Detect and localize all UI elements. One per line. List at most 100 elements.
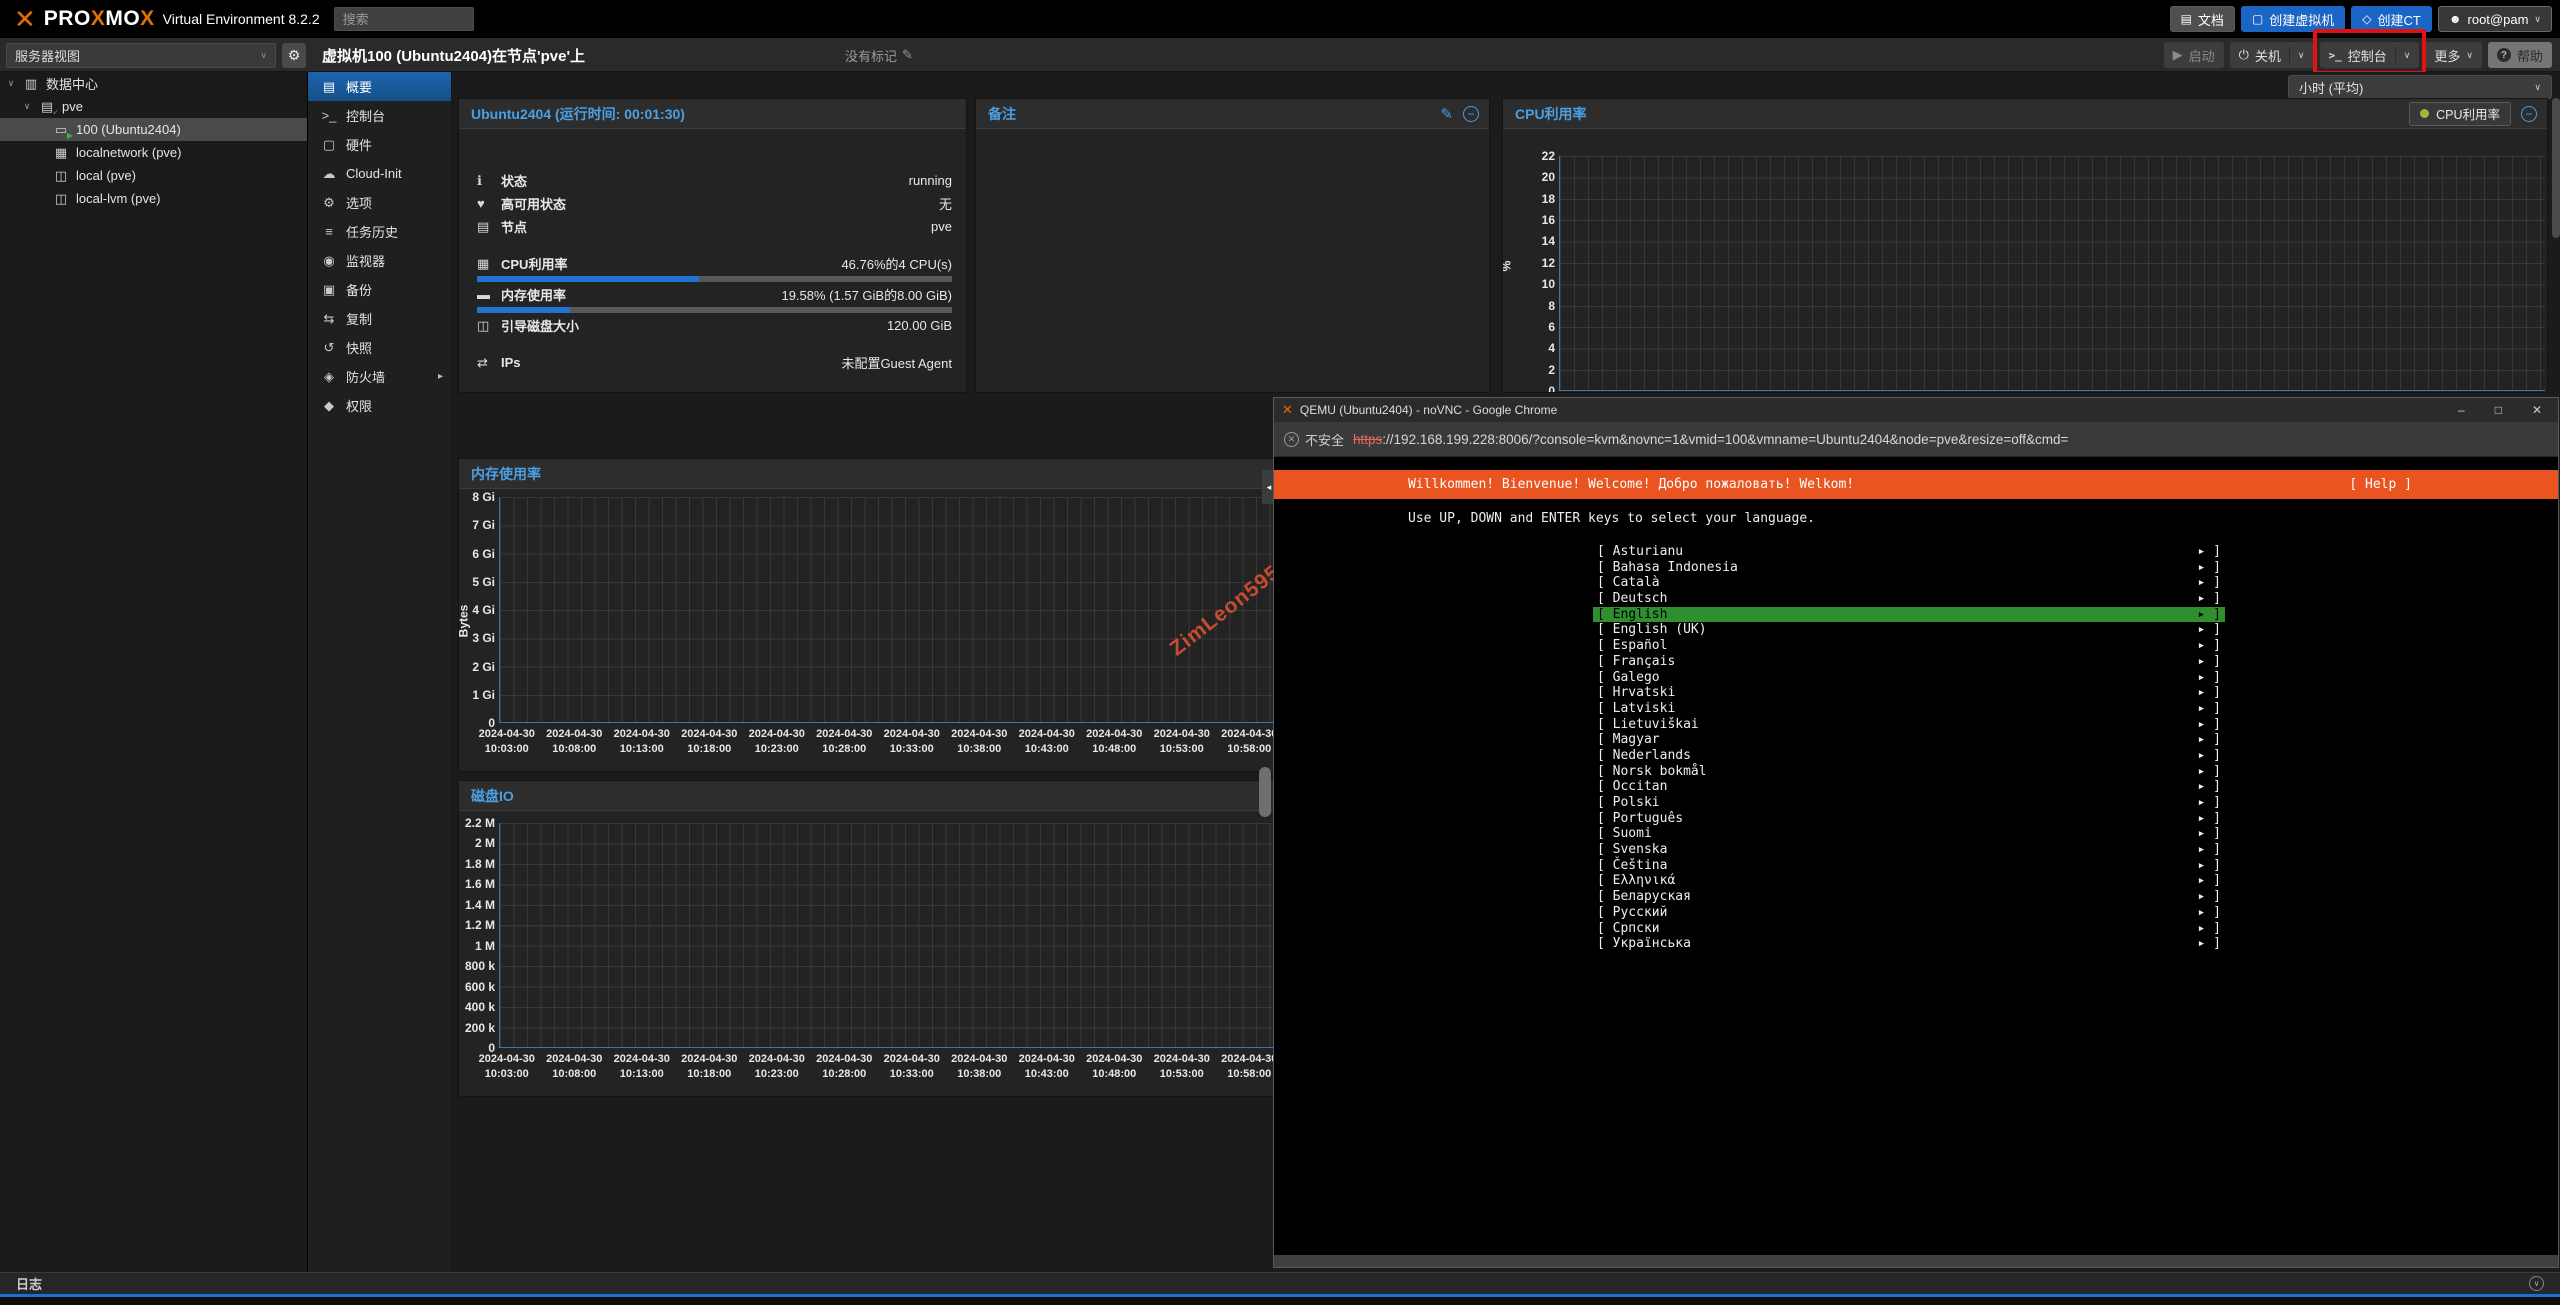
submenu-arrow-icon: ▸ ]	[2198, 544, 2221, 560]
cpu-legend-toggle[interactable]: CPU利用率	[2409, 102, 2511, 126]
language-option[interactable]: [ Português ▸ ]	[1593, 811, 2225, 827]
documentation-button[interactable]: ▤文档	[2170, 6, 2235, 32]
sidebar-settings-button[interactable]: ⚙	[282, 43, 306, 68]
language-option[interactable]: [ English (UK) ▸ ]	[1593, 622, 2225, 638]
right-scrollbar-thumb[interactable]	[2552, 98, 2560, 238]
log-panel-header[interactable]: 日志 ∨	[0, 1272, 2560, 1294]
language-option[interactable]: [ Català ▸ ]	[1593, 575, 2225, 591]
vm-menu-item[interactable]: ↺ 快照	[308, 333, 451, 362]
edit-notes-icon[interactable]: ✎	[1440, 105, 1453, 123]
installer-banner: Willkommen! Bienvenue! Welcome! Добро по…	[1274, 470, 2558, 499]
vm-menu-item[interactable]: ☁ Cloud-Init	[308, 159, 451, 188]
language-option[interactable]: [ Svenska ▸ ]	[1593, 842, 2225, 858]
vm-menu-item[interactable]: ◉ 监视器	[308, 246, 451, 275]
status-row: ♥ 高可用状态 无	[477, 192, 952, 215]
vm-menu-item[interactable]: ⚙ 选项	[308, 188, 451, 217]
bracket-open: [	[1597, 936, 1613, 951]
language-option[interactable]: [ Bahasa Indonesia ▸ ]	[1593, 560, 2225, 576]
status-row: ℹ 状态 running	[477, 169, 952, 192]
language-option[interactable]: [ Lietuviškai ▸ ]	[1593, 717, 2225, 733]
cube-icon: ◇	[2362, 12, 2371, 26]
language-option[interactable]: [ Русский ▸ ]	[1593, 905, 2225, 921]
language-option[interactable]: [ Suomi ▸ ]	[1593, 826, 2225, 842]
expand-log-icon[interactable]: ∨	[2529, 1276, 2544, 1291]
tree-item-localnetwork[interactable]: ▦ localnetwork (pve)	[0, 141, 307, 164]
vm-menu-item[interactable]: >_ 控制台	[308, 101, 451, 130]
x-tick: 2024-04-3010:28:00	[811, 1052, 879, 1082]
tree-item-node-pve[interactable]: ∨ ▤✓ pve	[0, 95, 307, 118]
language-option[interactable]: [ Hrvatski ▸ ]	[1593, 685, 2225, 701]
language-option[interactable]: [ Čeština ▸ ]	[1593, 858, 2225, 874]
minimize-button[interactable]: –	[2458, 403, 2465, 417]
search-input[interactable]	[334, 7, 474, 31]
create-ct-button[interactable]: ◇创建CT	[2351, 6, 2432, 32]
expand-arrow-icon: ▸	[438, 371, 443, 382]
splitter-highlight[interactable]	[0, 1294, 2560, 1297]
language-option[interactable]: [ Беларуская ▸ ]	[1593, 889, 2225, 905]
vm-menu-item[interactable]: ▤ 概要	[308, 72, 451, 101]
vm-menu-item[interactable]: ≡ 任务历史	[308, 217, 451, 246]
url-field[interactable]: https://192.168.199.228:8006/?console=kv…	[1353, 432, 2068, 447]
language-option[interactable]: [ Polski ▸ ]	[1593, 795, 2225, 811]
tree-item-vm-100[interactable]: ▭▶ 100 (Ubuntu2404)	[0, 118, 307, 141]
header-actions: ▤文档 ▢创建虚拟机 ◇创建CT ☻root@pam∨	[2170, 6, 2552, 32]
vm-menu-item[interactable]: ◈ 防火墙 ▸	[308, 362, 451, 391]
create-vm-button[interactable]: ▢创建虚拟机	[2241, 6, 2345, 32]
close-button[interactable]: ✕	[2532, 403, 2542, 417]
console-button[interactable]: >_控制台∨	[2320, 42, 2420, 68]
language-option[interactable]: [ Ελληνικά ▸ ]	[1593, 873, 2225, 889]
tree-item-local-lvm[interactable]: ◫ local-lvm (pve)	[0, 187, 307, 210]
y-tick: 200 k	[461, 1020, 495, 1036]
vm-menu-item[interactable]: ⇆ 复制	[308, 304, 451, 333]
x-tick: 2024-04-3010:53:00	[1148, 1052, 1216, 1082]
help-button[interactable]: ?帮助	[2488, 42, 2552, 68]
vm-menu-item[interactable]: ▣ 备份	[308, 275, 451, 304]
language-option[interactable]: [ English ▸ ]	[1593, 607, 2225, 623]
vnc-console[interactable]: Willkommen! Bienvenue! Welcome! Добро по…	[1274, 457, 2558, 1255]
language-name: Latviski	[1613, 701, 1676, 716]
vm-menu-item[interactable]: ◆ 权限	[308, 391, 451, 420]
language-name: Norsk bokmål	[1613, 764, 1707, 779]
language-name: English (UK)	[1613, 622, 1707, 637]
collapse-panel-icon[interactable]: −	[1463, 106, 1479, 122]
vm-menu-item-label: 备份	[346, 280, 372, 299]
status-row-value: 19.58% (1.57 GiB的8.00 GiB)	[781, 285, 952, 304]
language-option[interactable]: [ Galego ▸ ]	[1593, 670, 2225, 686]
language-option[interactable]: [ Nederlands ▸ ]	[1593, 748, 2225, 764]
bootdisk-icon: ◫	[477, 318, 501, 334]
language-option[interactable]: [ Occitan ▸ ]	[1593, 779, 2225, 795]
vm-menu-item[interactable]: ▢ 硬件	[308, 130, 451, 159]
language-option[interactable]: [ Magyar ▸ ]	[1593, 732, 2225, 748]
tree-item-local[interactable]: ◫ local (pve)	[0, 164, 307, 187]
language-option[interactable]: [ Norsk bokmål ▸ ]	[1593, 764, 2225, 780]
more-button[interactable]: 更多∨	[2425, 42, 2482, 68]
y-tick: 0	[1519, 383, 1555, 393]
language-option[interactable]: [ Asturianu ▸ ]	[1593, 544, 2225, 560]
vm-menu-item-label: 快照	[346, 338, 372, 357]
proxmox-app: ✕ PROXMOX Virtual Environment 8.2.2 ▤文档 …	[0, 0, 2560, 1305]
language-option[interactable]: [ Українська ▸ ]	[1593, 936, 2225, 952]
submenu-arrow-icon: ▸ ]	[2198, 670, 2221, 686]
language-option[interactable]: [ Српски ▸ ]	[1593, 921, 2225, 937]
language-option[interactable]: [ Español ▸ ]	[1593, 638, 2225, 654]
language-option[interactable]: [ Français ▸ ]	[1593, 654, 2225, 670]
console-icon: >_	[320, 108, 338, 123]
content-scrollbar-thumb[interactable]	[1259, 767, 1271, 817]
user-icon: ☻	[2449, 12, 2462, 26]
language-option[interactable]: [ Latviski ▸ ]	[1593, 701, 2225, 717]
start-button[interactable]: ▶启动	[2164, 42, 2224, 68]
security-badge[interactable]: ✕ 不安全	[1284, 430, 1344, 449]
memory-chart-title: 内存使用率	[471, 464, 541, 484]
tags-label[interactable]: 没有标记✎	[845, 38, 913, 72]
language-option[interactable]: [ Deutsch ▸ ]	[1593, 591, 2225, 607]
user-menu-button[interactable]: ☻root@pam∨	[2438, 6, 2552, 32]
view-select[interactable]: 服务器视图∨	[6, 43, 276, 68]
time-range-select[interactable]: 小时 (平均)∨	[2288, 75, 2552, 99]
shutdown-button[interactable]: ⏻关机∨	[2230, 42, 2314, 68]
submenu-arrow-icon: ▸ ]	[2198, 779, 2221, 795]
maximize-button[interactable]: □	[2495, 403, 2502, 417]
tree-item-datacenter[interactable]: ∨ ▥ 数据中心	[0, 72, 307, 95]
help-link[interactable]: [ Help ]	[2349, 477, 2412, 492]
window-titlebar[interactable]: ✕ QEMU (Ubuntu2404) - noVNC - Google Chr…	[1274, 398, 2558, 422]
collapse-panel-icon[interactable]: −	[2521, 106, 2537, 122]
